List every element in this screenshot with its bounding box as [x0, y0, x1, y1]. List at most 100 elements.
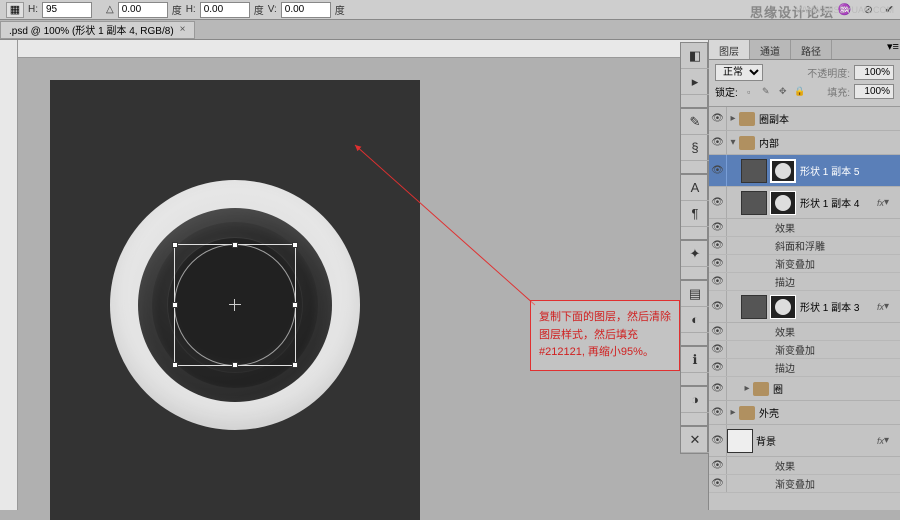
layer-thumb[interactable]: [741, 191, 767, 215]
effect-row[interactable]: 👁描边: [709, 273, 900, 291]
dock-brush-icon[interactable]: ✎: [681, 109, 709, 135]
effect-row[interactable]: 👁斜面和浮雕: [709, 237, 900, 255]
visibility-icon[interactable]: 👁: [709, 377, 727, 400]
tab-layers[interactable]: 图层: [709, 40, 750, 59]
layer-row[interactable]: 👁 形状 1 副本 4 fx ▾: [709, 187, 900, 219]
dock-styles-icon[interactable]: ◐: [681, 307, 709, 333]
effect-row[interactable]: 👁渐变叠加: [709, 475, 900, 493]
handle-bl[interactable]: [172, 362, 178, 368]
layer-thumb[interactable]: [727, 429, 753, 453]
effect-row[interactable]: 👁渐变叠加: [709, 255, 900, 273]
layer-row[interactable]: 👁 形状 1 副本 3 fx ▾: [709, 291, 900, 323]
dock-actions-icon[interactable]: ▸: [681, 69, 709, 95]
unit-label-1: 度: [172, 2, 182, 17]
collapse-icon[interactable]: ▸: [727, 113, 739, 124]
vector-mask-thumb[interactable]: [770, 191, 796, 215]
dock-adjust-icon[interactable]: ◑: [681, 387, 709, 413]
visibility-icon[interactable]: 👁: [709, 475, 727, 492]
effect-row[interactable]: 👁效果: [709, 323, 900, 341]
visibility-icon[interactable]: 👁: [709, 187, 727, 218]
visibility-icon[interactable]: 👁: [709, 341, 727, 358]
effect-row[interactable]: 👁效果: [709, 219, 900, 237]
collapse-icon[interactable]: ▸: [741, 383, 753, 394]
field-label-h2: H:: [186, 4, 196, 15]
tab-paths[interactable]: 路径: [791, 40, 832, 59]
dock-tool-icon[interactable]: ✕: [681, 427, 709, 453]
dock-nav-icon[interactable]: ✦: [681, 241, 709, 267]
dock-history-icon[interactable]: ◧: [681, 43, 709, 69]
effect-label: 斜面和浮雕: [727, 238, 825, 253]
effect-row[interactable]: 👁描边: [709, 359, 900, 377]
transform-bounding-box[interactable]: [174, 244, 296, 366]
visibility-icon[interactable]: 👁: [709, 359, 727, 376]
layers-list[interactable]: 👁 ▸ 圈副本 👁 ▾ 内部 👁 形状 1 副本 5 👁: [709, 107, 900, 510]
visibility-icon[interactable]: 👁: [709, 425, 727, 456]
handle-tm[interactable]: [232, 242, 238, 248]
folder-icon: [739, 136, 755, 150]
visibility-icon[interactable]: 👁: [709, 323, 727, 340]
vector-mask-thumb[interactable]: [770, 295, 796, 319]
dock-swatch-icon[interactable]: ▤: [681, 281, 709, 307]
lock-pixels-icon[interactable]: ✎: [759, 85, 773, 99]
visibility-icon[interactable]: 👁: [709, 219, 727, 236]
handle-br[interactable]: [292, 362, 298, 368]
transform-center-icon[interactable]: [229, 299, 241, 311]
effect-row[interactable]: 👁渐变叠加: [709, 341, 900, 359]
visibility-icon[interactable]: 👁: [709, 131, 727, 154]
dock-char-icon[interactable]: A: [681, 175, 709, 201]
effect-row[interactable]: 👁效果: [709, 457, 900, 475]
lock-position-icon[interactable]: ✥: [776, 85, 790, 99]
layer-group-row[interactable]: 👁 ▸ 圈副本: [709, 107, 900, 131]
visibility-icon[interactable]: 👁: [709, 457, 727, 474]
dock-clone-icon[interactable]: §: [681, 135, 709, 161]
layer-name: 形状 1 副本 4: [800, 195, 875, 210]
effect-label: 描边: [727, 274, 795, 289]
layer-group-row[interactable]: 👁 ▸ 圈: [709, 377, 900, 401]
transform-v-input[interactable]: [281, 2, 331, 18]
fx-expand-icon[interactable]: ▾: [884, 197, 896, 208]
visibility-icon[interactable]: 👁: [709, 155, 727, 186]
fx-expand-icon[interactable]: ▾: [884, 301, 896, 312]
visibility-icon[interactable]: 👁: [709, 107, 727, 130]
watermark-url: WWW.MISSYUAN.COM: [796, 5, 894, 15]
collapse-icon[interactable]: ▸: [727, 407, 739, 418]
visibility-icon[interactable]: 👁: [709, 401, 727, 424]
expand-icon[interactable]: ▾: [727, 137, 739, 148]
handle-ml[interactable]: [172, 302, 178, 308]
layer-thumb[interactable]: [741, 295, 767, 319]
blend-mode-select[interactable]: 正常: [715, 64, 763, 81]
transform-h2-input[interactable]: [200, 2, 250, 18]
dock-para-icon[interactable]: ¶: [681, 201, 709, 227]
transform-input-2[interactable]: [118, 2, 168, 18]
handle-tr[interactable]: [292, 242, 298, 248]
layer-group-row[interactable]: 👁 ▾ 内部: [709, 131, 900, 155]
lock-all-icon[interactable]: 🔒: [793, 85, 807, 99]
handle-bm[interactable]: [232, 362, 238, 368]
folder-icon: [739, 406, 755, 420]
fx-expand-icon[interactable]: ▾: [884, 435, 896, 446]
visibility-icon[interactable]: 👁: [709, 291, 727, 322]
tab-channels[interactable]: 通道: [750, 40, 791, 59]
vector-mask-thumb[interactable]: [770, 159, 796, 183]
handle-mr[interactable]: [292, 302, 298, 308]
lock-transparent-icon[interactable]: ▫: [742, 85, 756, 99]
fill-input[interactable]: [854, 84, 894, 99]
visibility-icon[interactable]: 👁: [709, 273, 727, 290]
layer-row-selected[interactable]: 👁 形状 1 副本 5: [709, 155, 900, 187]
visibility-icon[interactable]: 👁: [709, 255, 727, 272]
reference-point-icon[interactable]: ▦: [6, 2, 24, 18]
canvas-area[interactable]: 复制下面的图层，然后清除图层样式，然后填充#212121, 再缩小95%。: [0, 40, 708, 510]
handle-tl[interactable]: [172, 242, 178, 248]
dock-info-icon[interactable]: ℹ: [681, 347, 709, 373]
panel-menu-icon[interactable]: ▾≡: [886, 40, 900, 59]
visibility-icon[interactable]: 👁: [709, 237, 727, 254]
document-tab[interactable]: .psd @ 100% (形状 1 副本 4, RGB/8) ×: [0, 21, 195, 39]
document-canvas[interactable]: [50, 80, 420, 520]
layer-thumb[interactable]: [741, 159, 767, 183]
transform-h-input[interactable]: [42, 2, 92, 18]
layer-group-row[interactable]: 👁 ▸ 外壳: [709, 401, 900, 425]
layer-row[interactable]: 👁 背景 fx ▾: [709, 425, 900, 457]
opacity-input[interactable]: [854, 65, 894, 80]
close-tab-icon[interactable]: ×: [180, 24, 186, 35]
effect-label: 渐变叠加: [727, 342, 815, 357]
